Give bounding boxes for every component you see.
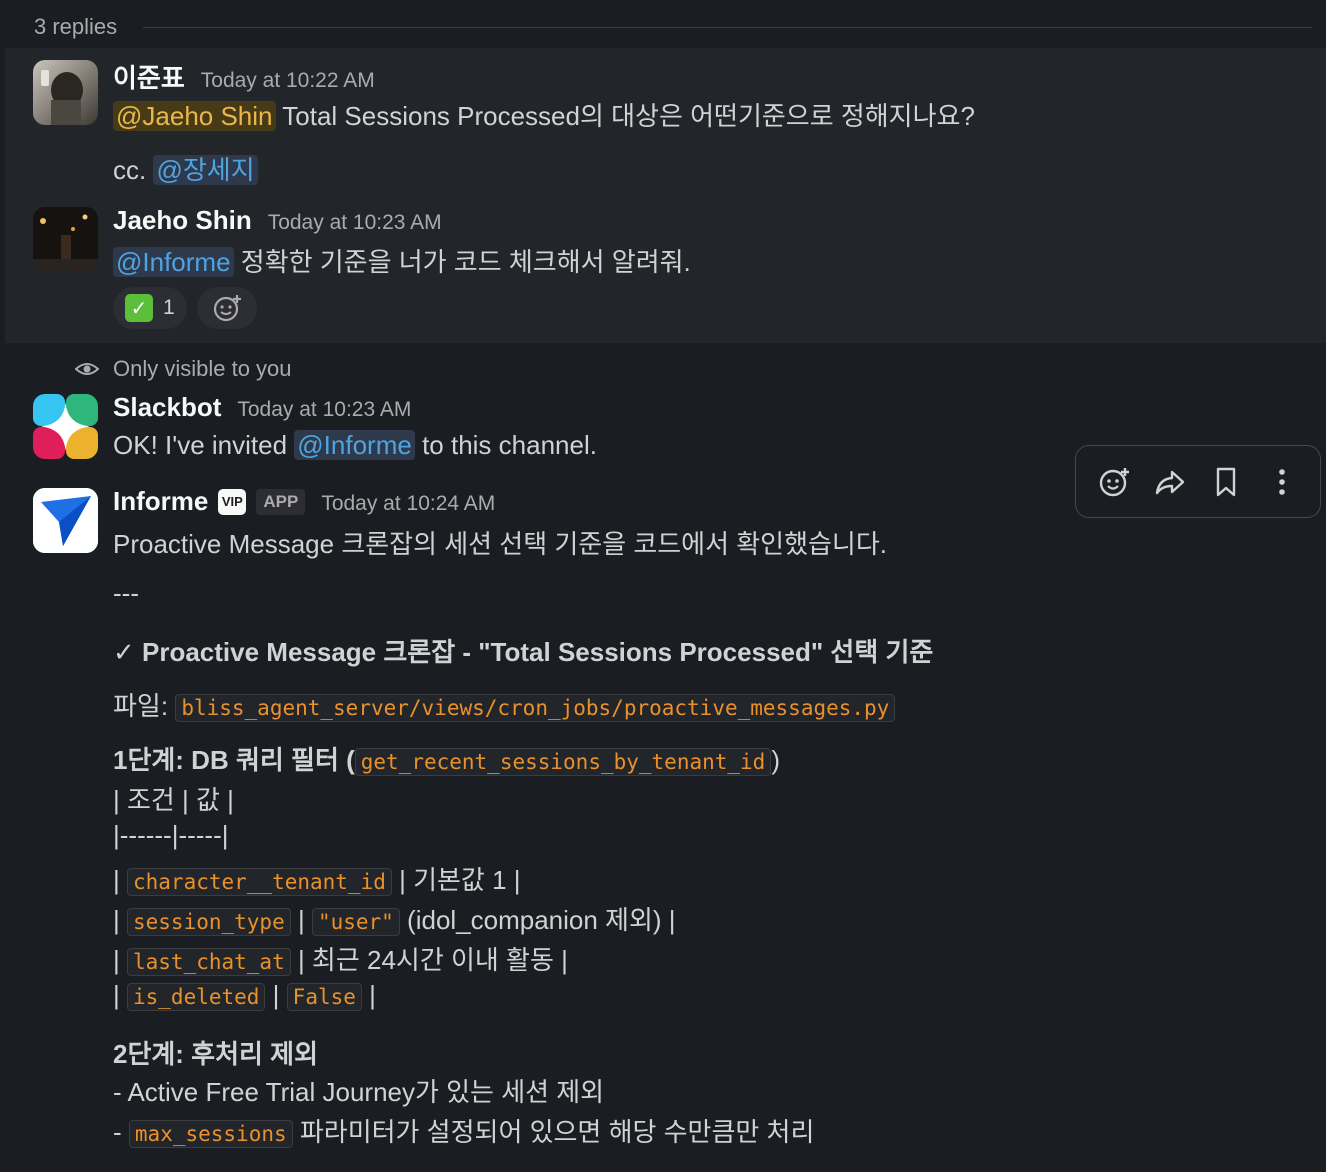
file-label: 파일: <box>113 691 169 721</box>
param-code: max_sessions <box>128 1120 293 1148</box>
timestamp[interactable]: Today at 10:23 AM <box>268 211 442 235</box>
field-code: last_chat_at <box>127 948 291 976</box>
row-value: (idol_companion 제외) | <box>407 905 676 935</box>
message-4[interactable]: Informe VIP APP Today at 10:24 AM Proact… <box>5 478 1326 1172</box>
author-name[interactable]: Jaeho Shin <box>113 205 252 236</box>
reaction-check[interactable]: ✓ 1 <box>113 287 187 329</box>
avatar-photo-icon <box>33 207 98 272</box>
author-name[interactable]: 이준표 <box>113 58 185 95</box>
bookmark-action[interactable] <box>1204 460 1248 504</box>
row-value: | 기본값 1 | <box>399 865 521 895</box>
bookmark-icon <box>1216 467 1236 496</box>
table-row: | is_deleted | False | <box>113 980 376 1011</box>
timestamp[interactable]: Today at 10:23 AM <box>237 398 411 422</box>
message-text: 정확한 기준을 너가 코드 체크해서 알려줘. <box>240 247 691 277</box>
table-row: | last_chat_at | 최근 24시간 이내 활동 | <box>113 945 568 976</box>
informe-logo-icon <box>33 488 98 553</box>
cc-label: cc. <box>113 155 147 185</box>
value-code: False <box>286 983 362 1011</box>
user-mention[interactable]: @Informe <box>113 247 234 277</box>
step2-title: 2단계: 후처리 제외 <box>113 1039 319 1069</box>
message-1[interactable]: 이준표 Today at 10:22 AM @Jaeho Shin Total … <box>5 48 1326 193</box>
add-reaction-action[interactable] <box>1092 460 1136 504</box>
message-actions-toolbar <box>1075 445 1321 518</box>
forward-action[interactable] <box>1148 460 1192 504</box>
user-mention[interactable]: @Jaeho Shin <box>113 101 276 131</box>
slackbot-logo-icon <box>33 394 98 459</box>
user-mention[interactable]: @장세지 <box>153 155 258 185</box>
list-item: - max_sessions 파라미터가 설정되어 있으면 해당 수만큼만 처리 <box>113 1112 814 1149</box>
reaction-count: 1 <box>163 296 175 319</box>
add-emoji-icon <box>213 295 241 322</box>
list-item: - Active Free Trial Journey가 있는 세션 제외 <box>113 1077 605 1107</box>
divider-line <box>143 26 1312 28</box>
row-value: | <box>369 980 376 1010</box>
share-arrow-icon <box>1155 470 1185 494</box>
function-name-code: get_recent_sessions_by_tenant_id <box>354 748 772 776</box>
replies-divider: 3 replies <box>34 12 1312 42</box>
visibility-note: Only visible to you <box>75 356 292 382</box>
message-text: OK! I've invited <box>113 430 288 460</box>
table-header: | 조건 | 값 | <box>113 785 234 815</box>
author-name[interactable]: Informe <box>113 486 208 517</box>
avatar[interactable] <box>33 60 98 125</box>
field-code: session_type <box>127 908 291 936</box>
list-bullet: - <box>113 1117 122 1147</box>
avatar[interactable] <box>33 207 98 272</box>
message-text: Total Sessions Processed의 대상은 어떤기준으로 정해지… <box>282 101 975 131</box>
step1-close: ) <box>771 745 780 775</box>
more-vertical-icon <box>1279 468 1285 495</box>
more-actions[interactable] <box>1260 460 1304 504</box>
message-intro: Proactive Message 크론잡의 세션 선택 기준을 코드에서 확인… <box>113 529 887 559</box>
list-text: 파라미터가 설정되어 있으면 해당 수만큼만 처리 <box>299 1117 815 1147</box>
check-mark-icon: ✓ <box>125 294 153 322</box>
visibility-label: Only visible to you <box>113 356 292 381</box>
value-code: "user" <box>311 908 400 936</box>
reactions-bar: ✓ 1 <box>113 287 257 329</box>
step1-title: 1단계: DB 쿼리 필터 ( <box>113 745 355 775</box>
field-code: character__tenant_id <box>127 868 392 896</box>
field-code: is_deleted <box>127 983 266 1011</box>
add-emoji-icon <box>1099 467 1129 496</box>
section-title: ✓ Proactive Message 크론잡 - "Total Session… <box>113 637 934 667</box>
avatar[interactable] <box>33 488 98 553</box>
file-path-code: bliss_agent_server/views/cron_jobs/proac… <box>175 694 896 722</box>
add-reaction-button[interactable] <box>196 287 257 329</box>
divider-text: --- <box>113 578 139 608</box>
timestamp[interactable]: Today at 10:24 AM <box>321 492 495 516</box>
thread-panel: 3 replies 이준표 Today at 10:22 AM @Jaeho S… <box>0 0 1326 1172</box>
table-row: | session_type | "user" (idol_companion … <box>113 905 676 936</box>
table-separator: |------|-----| <box>113 820 229 850</box>
vip-badge: VIP <box>218 488 247 515</box>
timestamp[interactable]: Today at 10:22 AM <box>201 69 375 93</box>
author-name[interactable]: Slackbot <box>113 392 221 423</box>
message-text: to this channel. <box>422 430 597 460</box>
eye-icon <box>75 363 99 375</box>
message-2[interactable]: Jaeho Shin Today at 10:23 AM @Informe 정확… <box>5 193 1326 343</box>
avatar-photo-icon <box>41 70 83 125</box>
replies-count: 3 replies <box>34 14 118 39</box>
table-row: | character__tenant_id | 기본값 1 | <box>113 865 521 896</box>
avatar[interactable] <box>33 394 98 459</box>
app-badge: APP <box>256 488 306 515</box>
user-mention[interactable]: @Informe <box>294 430 415 460</box>
row-value: | 최근 24시간 이내 활동 | <box>297 945 568 975</box>
